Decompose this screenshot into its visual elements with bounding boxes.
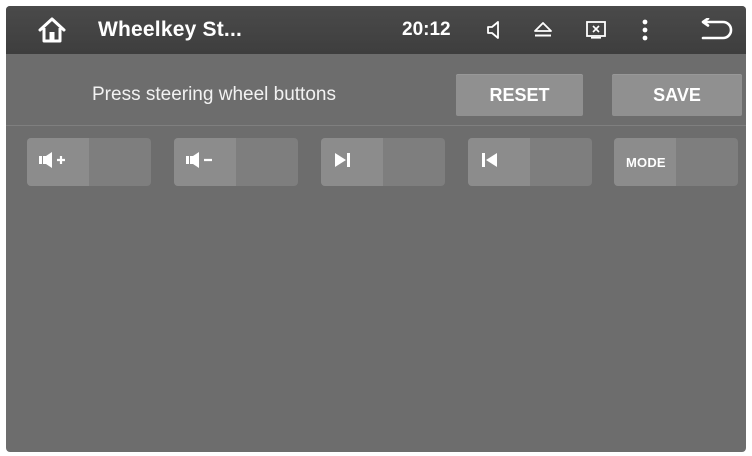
key-previous-track[interactable] — [468, 138, 592, 186]
volume-down-icon — [186, 151, 216, 174]
screen-close-icon[interactable] — [579, 6, 613, 54]
status-bar: Wheelkey St... 20:12 — [6, 6, 746, 54]
mode-label: MODE — [626, 154, 666, 170]
home-icon[interactable] — [30, 6, 74, 54]
reset-button[interactable]: RESET — [456, 74, 583, 116]
key-volume-down[interactable] — [174, 138, 298, 186]
key-mode[interactable]: MODE — [614, 138, 738, 186]
more-vert-icon[interactable] — [632, 6, 658, 54]
volume-icon[interactable] — [480, 6, 510, 54]
volume-up-icon — [39, 151, 69, 174]
page-title: Wheelkey St... — [98, 18, 243, 41]
back-icon[interactable] — [696, 6, 736, 54]
eject-icon[interactable] — [526, 6, 560, 54]
key-next-track[interactable] — [321, 138, 445, 186]
next-track-icon — [333, 152, 353, 173]
previous-track-icon — [480, 152, 500, 173]
instruction-text: Press steering wheel buttons — [92, 84, 336, 105]
divider — [6, 125, 746, 126]
wheelkey-screen: Wheelkey St... 20:12 Press steering whee… — [6, 6, 746, 452]
key-volume-up[interactable] — [27, 138, 151, 186]
save-button[interactable]: SAVE — [612, 74, 742, 116]
clock: 20:12 — [402, 19, 451, 40]
